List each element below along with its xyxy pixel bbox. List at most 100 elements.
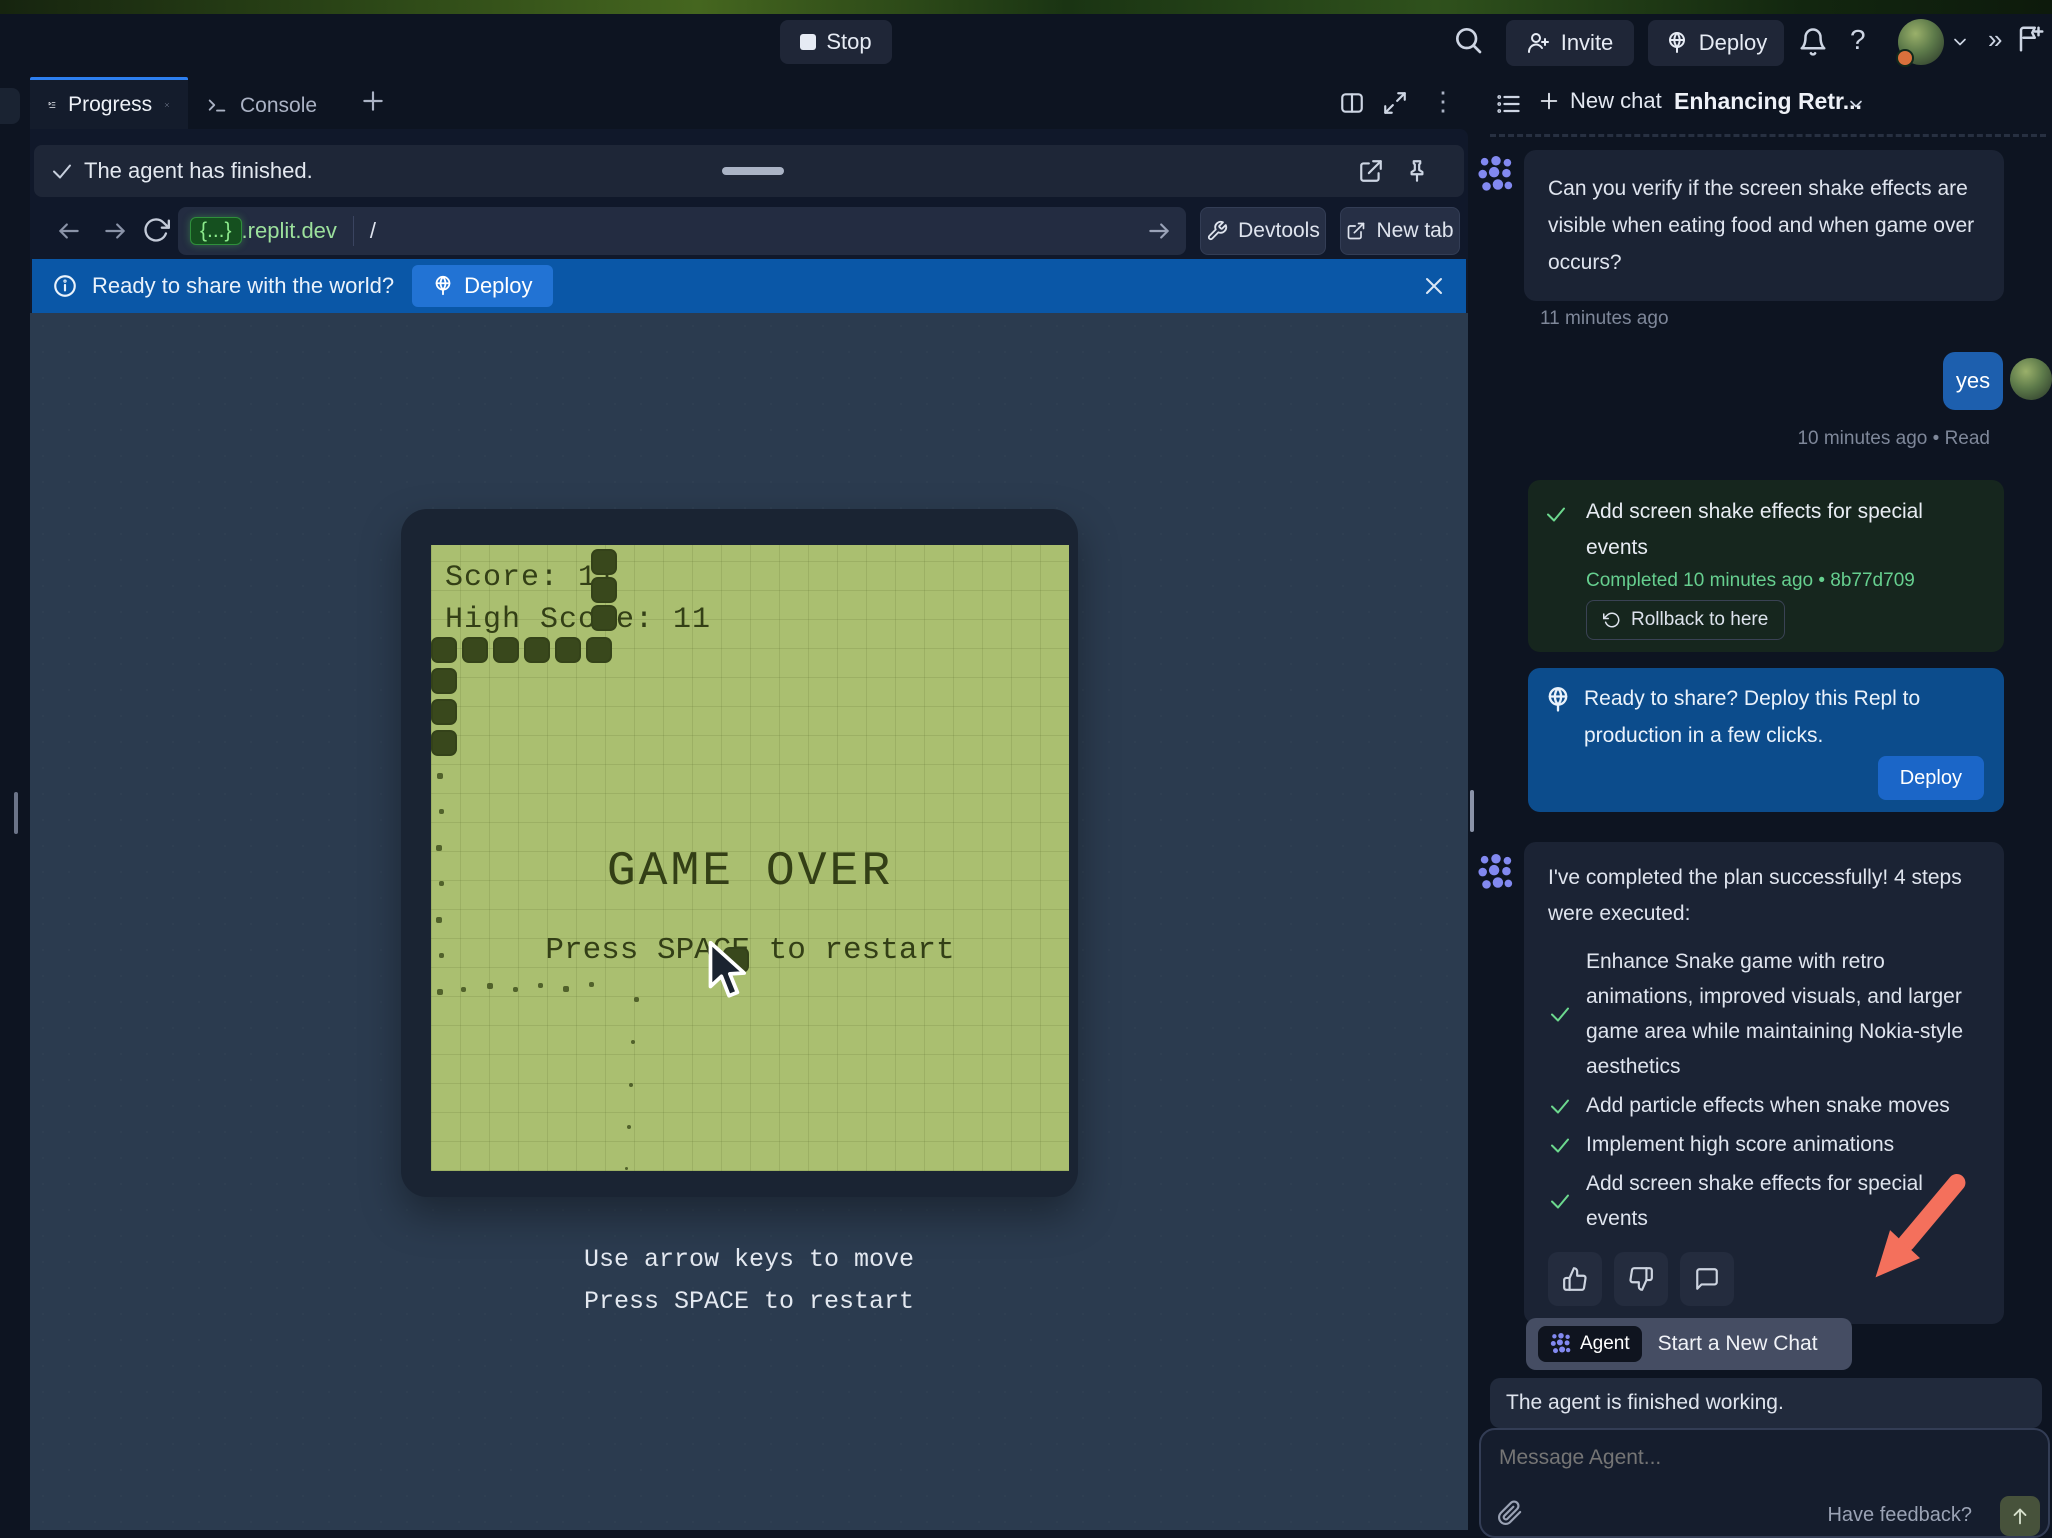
- new-tab-button[interactable]: New tab: [1340, 207, 1460, 255]
- drag-handle[interactable]: [722, 167, 784, 175]
- collapse-panel-icon[interactable]: »: [1988, 24, 2000, 55]
- message-timestamp: 11 minutes ago: [1540, 308, 1669, 330]
- nav-forward-icon[interactable]: [102, 218, 128, 244]
- new-chat-button[interactable]: New chat: [1538, 88, 1662, 114]
- snake-segment: [586, 637, 612, 663]
- agent-pill-label: Agent: [1580, 1333, 1630, 1355]
- attach-paperclip-icon[interactable]: [1497, 1500, 1523, 1526]
- particle: [439, 881, 444, 886]
- chat-title-chevron-down-icon[interactable]: [1846, 94, 1866, 114]
- pane-menu-kebab-icon[interactable]: ⋮: [1430, 86, 1456, 117]
- deploy-icon: [1665, 31, 1689, 55]
- new-tab-label: New tab: [1376, 219, 1453, 243]
- completed-task-card: Add screen shake effects for special eve…: [1528, 480, 2004, 652]
- plan-item-text: Add particle effects when snake moves: [1586, 1088, 1980, 1123]
- have-feedback-link[interactable]: Have feedback?: [1827, 1504, 1972, 1527]
- open-in-window-icon[interactable]: [1358, 158, 1384, 184]
- start-new-chat-button[interactable]: Agent Start a New Chat: [1526, 1318, 1852, 1370]
- tab-console[interactable]: Console: [188, 80, 346, 132]
- particle: [589, 982, 594, 987]
- nav-back-icon[interactable]: [56, 218, 82, 244]
- check-icon: [1548, 1189, 1572, 1213]
- snake-segment: [555, 637, 581, 663]
- check-icon: [1548, 1133, 1572, 1157]
- account-chevron-down-icon[interactable]: [1950, 32, 1970, 52]
- particle: [634, 997, 639, 1002]
- info-icon: [52, 273, 78, 299]
- task-title: Add screen shake effects for special eve…: [1586, 494, 1986, 566]
- expand-pane-icon[interactable]: [1382, 90, 1408, 116]
- chat-resize-handle[interactable]: [1470, 790, 1474, 832]
- comment-button[interactable]: [1680, 1252, 1734, 1306]
- chat-separator: [1490, 134, 2046, 137]
- snake-segment: [431, 730, 457, 756]
- particle: [437, 989, 443, 995]
- agent-finished-text: The agent is finished working.: [1506, 1391, 1784, 1415]
- split-pane-icon[interactable]: [1338, 90, 1366, 116]
- help-icon[interactable]: ?: [1850, 24, 1866, 56]
- promo-text: Ready to share? Deploy this Repl to prod…: [1584, 680, 1948, 754]
- thumbs-up-button[interactable]: [1548, 1252, 1602, 1306]
- thumbs-down-button[interactable]: [1614, 1252, 1668, 1306]
- snake-segment: [591, 577, 617, 603]
- tab-progress[interactable]: Progress: [30, 77, 188, 129]
- snake-segment: [431, 668, 457, 694]
- deploy-icon: [1544, 686, 1572, 714]
- promo-deploy-button[interactable]: Deploy: [1878, 756, 1984, 800]
- reply-timestamp: 10 minutes ago • Read: [1700, 428, 1990, 450]
- annotation-arrow: [1862, 1168, 1978, 1296]
- plan-item-text: Enhance Snake game with retro animations…: [1586, 944, 1980, 1084]
- nav-refresh-icon[interactable]: [142, 216, 170, 244]
- left-resize-handle[interactable]: [14, 792, 18, 834]
- console-icon: [206, 95, 228, 117]
- devtools-button[interactable]: Devtools: [1200, 207, 1326, 255]
- search-icon[interactable]: [1452, 24, 1484, 56]
- particle: [437, 773, 443, 779]
- particle: [625, 1167, 628, 1170]
- stop-button[interactable]: Stop: [780, 20, 892, 64]
- game-screen[interactable]: Score: 11 High Score: 11 GAME OVER Press…: [431, 545, 1069, 1171]
- invite-label: Invite: [1561, 30, 1614, 56]
- agent-avatar-icon: [1550, 1333, 1572, 1355]
- check-icon: [1548, 1002, 1572, 1026]
- mouse-cursor: [705, 941, 753, 1005]
- feedback-flag-icon[interactable]: [2016, 24, 2046, 54]
- particle: [439, 953, 444, 958]
- agent-status-text: The agent has finished.: [84, 158, 313, 184]
- particle: [436, 845, 442, 851]
- message-input[interactable]: [1499, 1446, 1919, 1470]
- particle: [487, 983, 493, 989]
- notifications-bell-icon[interactable]: [1798, 26, 1828, 58]
- invite-button[interactable]: Invite: [1506, 20, 1634, 66]
- invite-user-icon: [1527, 31, 1551, 55]
- collapsed-sidebar-tab[interactable]: [0, 88, 20, 124]
- devtools-label: Devtools: [1238, 219, 1320, 243]
- chat-title[interactable]: Enhancing Retr...: [1674, 88, 1862, 115]
- tab-console-label: Console: [240, 94, 317, 118]
- agent-pill: Agent: [1538, 1326, 1642, 1362]
- snake-segment: [431, 699, 457, 725]
- url-bar[interactable]: {...} .replit.dev /: [178, 207, 1186, 255]
- rollback-label: Rollback to here: [1631, 609, 1768, 631]
- url-go-icon[interactable]: [1146, 218, 1172, 244]
- close-tab-icon[interactable]: [164, 97, 170, 113]
- stop-label: Stop: [826, 29, 871, 55]
- agent-finished-status: The agent is finished working.: [1490, 1378, 2042, 1428]
- deploy-banner: Ready to share with the world? Deploy: [32, 259, 1466, 313]
- webview: Score: 11 High Score: 11 GAME OVER Press…: [30, 313, 1468, 1530]
- particle: [538, 983, 543, 988]
- avatar[interactable]: [1898, 19, 1944, 65]
- send-button[interactable]: [2000, 1496, 2040, 1536]
- deploy-icon: [432, 275, 454, 297]
- particle: [439, 809, 444, 814]
- banner-deploy-button[interactable]: Deploy: [412, 265, 552, 307]
- replit-workspace: { "titlebar": { "stop": "Stop", "invite"…: [0, 0, 2052, 1530]
- banner-close-icon[interactable]: [1422, 274, 1446, 298]
- new-tab-plus-icon[interactable]: [360, 88, 386, 114]
- plan-item-text: Implement high score animations: [1586, 1127, 1980, 1162]
- pin-icon[interactable]: [1404, 158, 1430, 184]
- avatar-badge: [1896, 49, 1914, 67]
- chat-history-list-icon[interactable]: [1494, 90, 1522, 118]
- rollback-button[interactable]: Rollback to here: [1586, 600, 1785, 640]
- deploy-button[interactable]: Deploy: [1648, 20, 1784, 66]
